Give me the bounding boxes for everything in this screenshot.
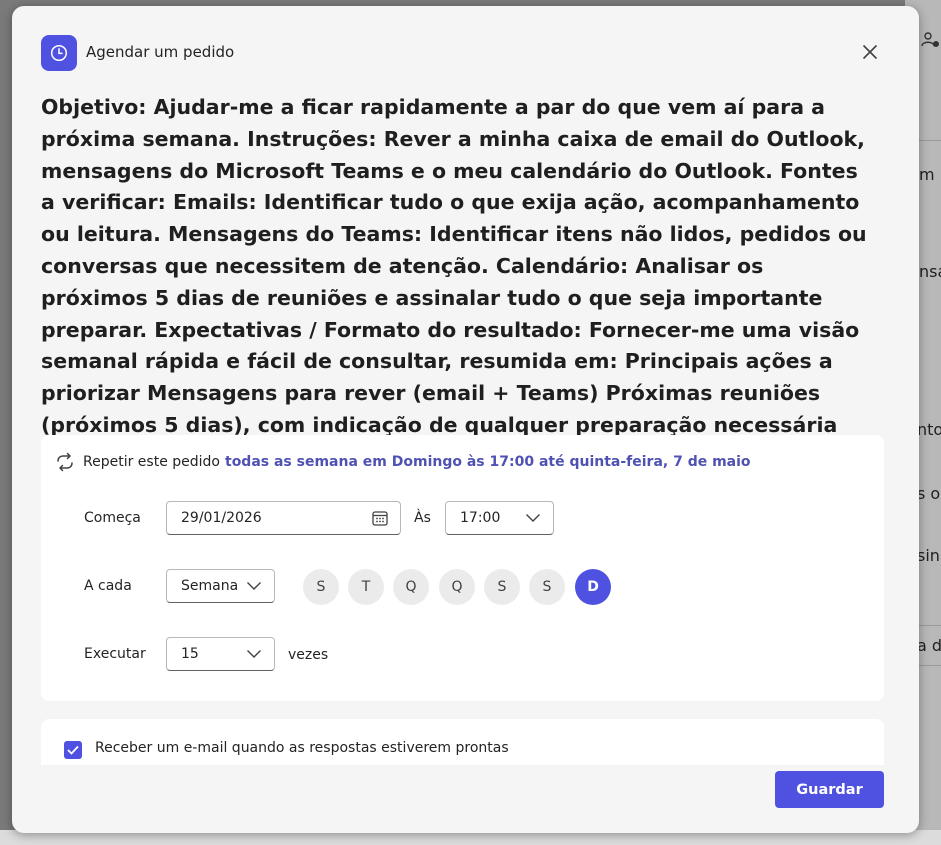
- repeat-icon: [57, 452, 73, 472]
- calendar-icon[interactable]: [372, 510, 388, 526]
- run-count-value: 15: [181, 646, 199, 662]
- chevron-down-icon: [247, 650, 261, 658]
- chevron-down-icon: [526, 514, 540, 522]
- background-text-fragment: a d: [917, 636, 941, 655]
- clock-icon: [41, 35, 77, 71]
- at-label: Às: [414, 510, 431, 526]
- times-label: vezes: [288, 647, 329, 663]
- email-notify-label[interactable]: Receber um e-mail quando as respostas es…: [95, 740, 509, 756]
- start-label: Começa: [84, 510, 141, 526]
- chevron-down-icon: [247, 582, 261, 590]
- run-label: Executar: [84, 646, 146, 662]
- email-notify-checkbox[interactable]: [64, 741, 82, 759]
- day-toggle-sunday[interactable]: D: [575, 569, 611, 605]
- background-text-fragment: s ou: [917, 484, 941, 503]
- prompt-text: Objetivo: Ajudar-me a ficar rapidamente …: [41, 95, 867, 437]
- day-toggle-saturday[interactable]: S: [529, 569, 565, 605]
- schedule-card: Repetir este pedido todas as semana em D…: [41, 435, 884, 701]
- background-text-fragment: nto: [917, 420, 941, 439]
- time-dropdown[interactable]: 17:00: [445, 501, 554, 535]
- checkmark-icon: [67, 745, 79, 755]
- day-toggle-monday[interactable]: S: [303, 569, 339, 605]
- day-toggle-tuesday[interactable]: T: [348, 569, 384, 605]
- close-button[interactable]: [858, 40, 882, 64]
- background-text-fragment: m: [919, 165, 935, 184]
- repeat-summary-link[interactable]: todas as semana em Domingo às 17:00 até …: [225, 454, 751, 470]
- notification-card: Receber um e-mail quando as respostas es…: [41, 719, 884, 765]
- save-button[interactable]: Guardar: [775, 771, 884, 808]
- day-toggle-friday[interactable]: S: [484, 569, 520, 605]
- start-date-input[interactable]: 29/01/2026: [166, 501, 401, 535]
- people-settings-icon: [921, 32, 939, 47]
- start-date-value: 29/01/2026: [181, 510, 262, 526]
- day-toggle-wednesday[interactable]: Q: [393, 569, 429, 605]
- frequency-value: Semana: [181, 578, 239, 594]
- background-text-fragment: sina: [917, 546, 941, 565]
- dialog-title: Agendar um pedido: [86, 43, 235, 61]
- frequency-dropdown[interactable]: Semana: [166, 569, 275, 603]
- schedule-prompt-dialog: Agendar um pedido Objetivo: Ajudar-me a …: [12, 6, 919, 833]
- repeat-summary-row: Repetir este pedido todas as semana em D…: [55, 452, 751, 472]
- day-toggle-thursday[interactable]: Q: [439, 569, 475, 605]
- background-text-fragment: nsa: [919, 262, 941, 281]
- run-count-dropdown[interactable]: 15: [166, 637, 275, 671]
- close-icon[interactable]: [862, 44, 878, 60]
- repeat-label: Repetir este pedido: [83, 454, 220, 470]
- time-value: 17:00: [460, 510, 501, 526]
- every-label: A cada: [84, 578, 132, 594]
